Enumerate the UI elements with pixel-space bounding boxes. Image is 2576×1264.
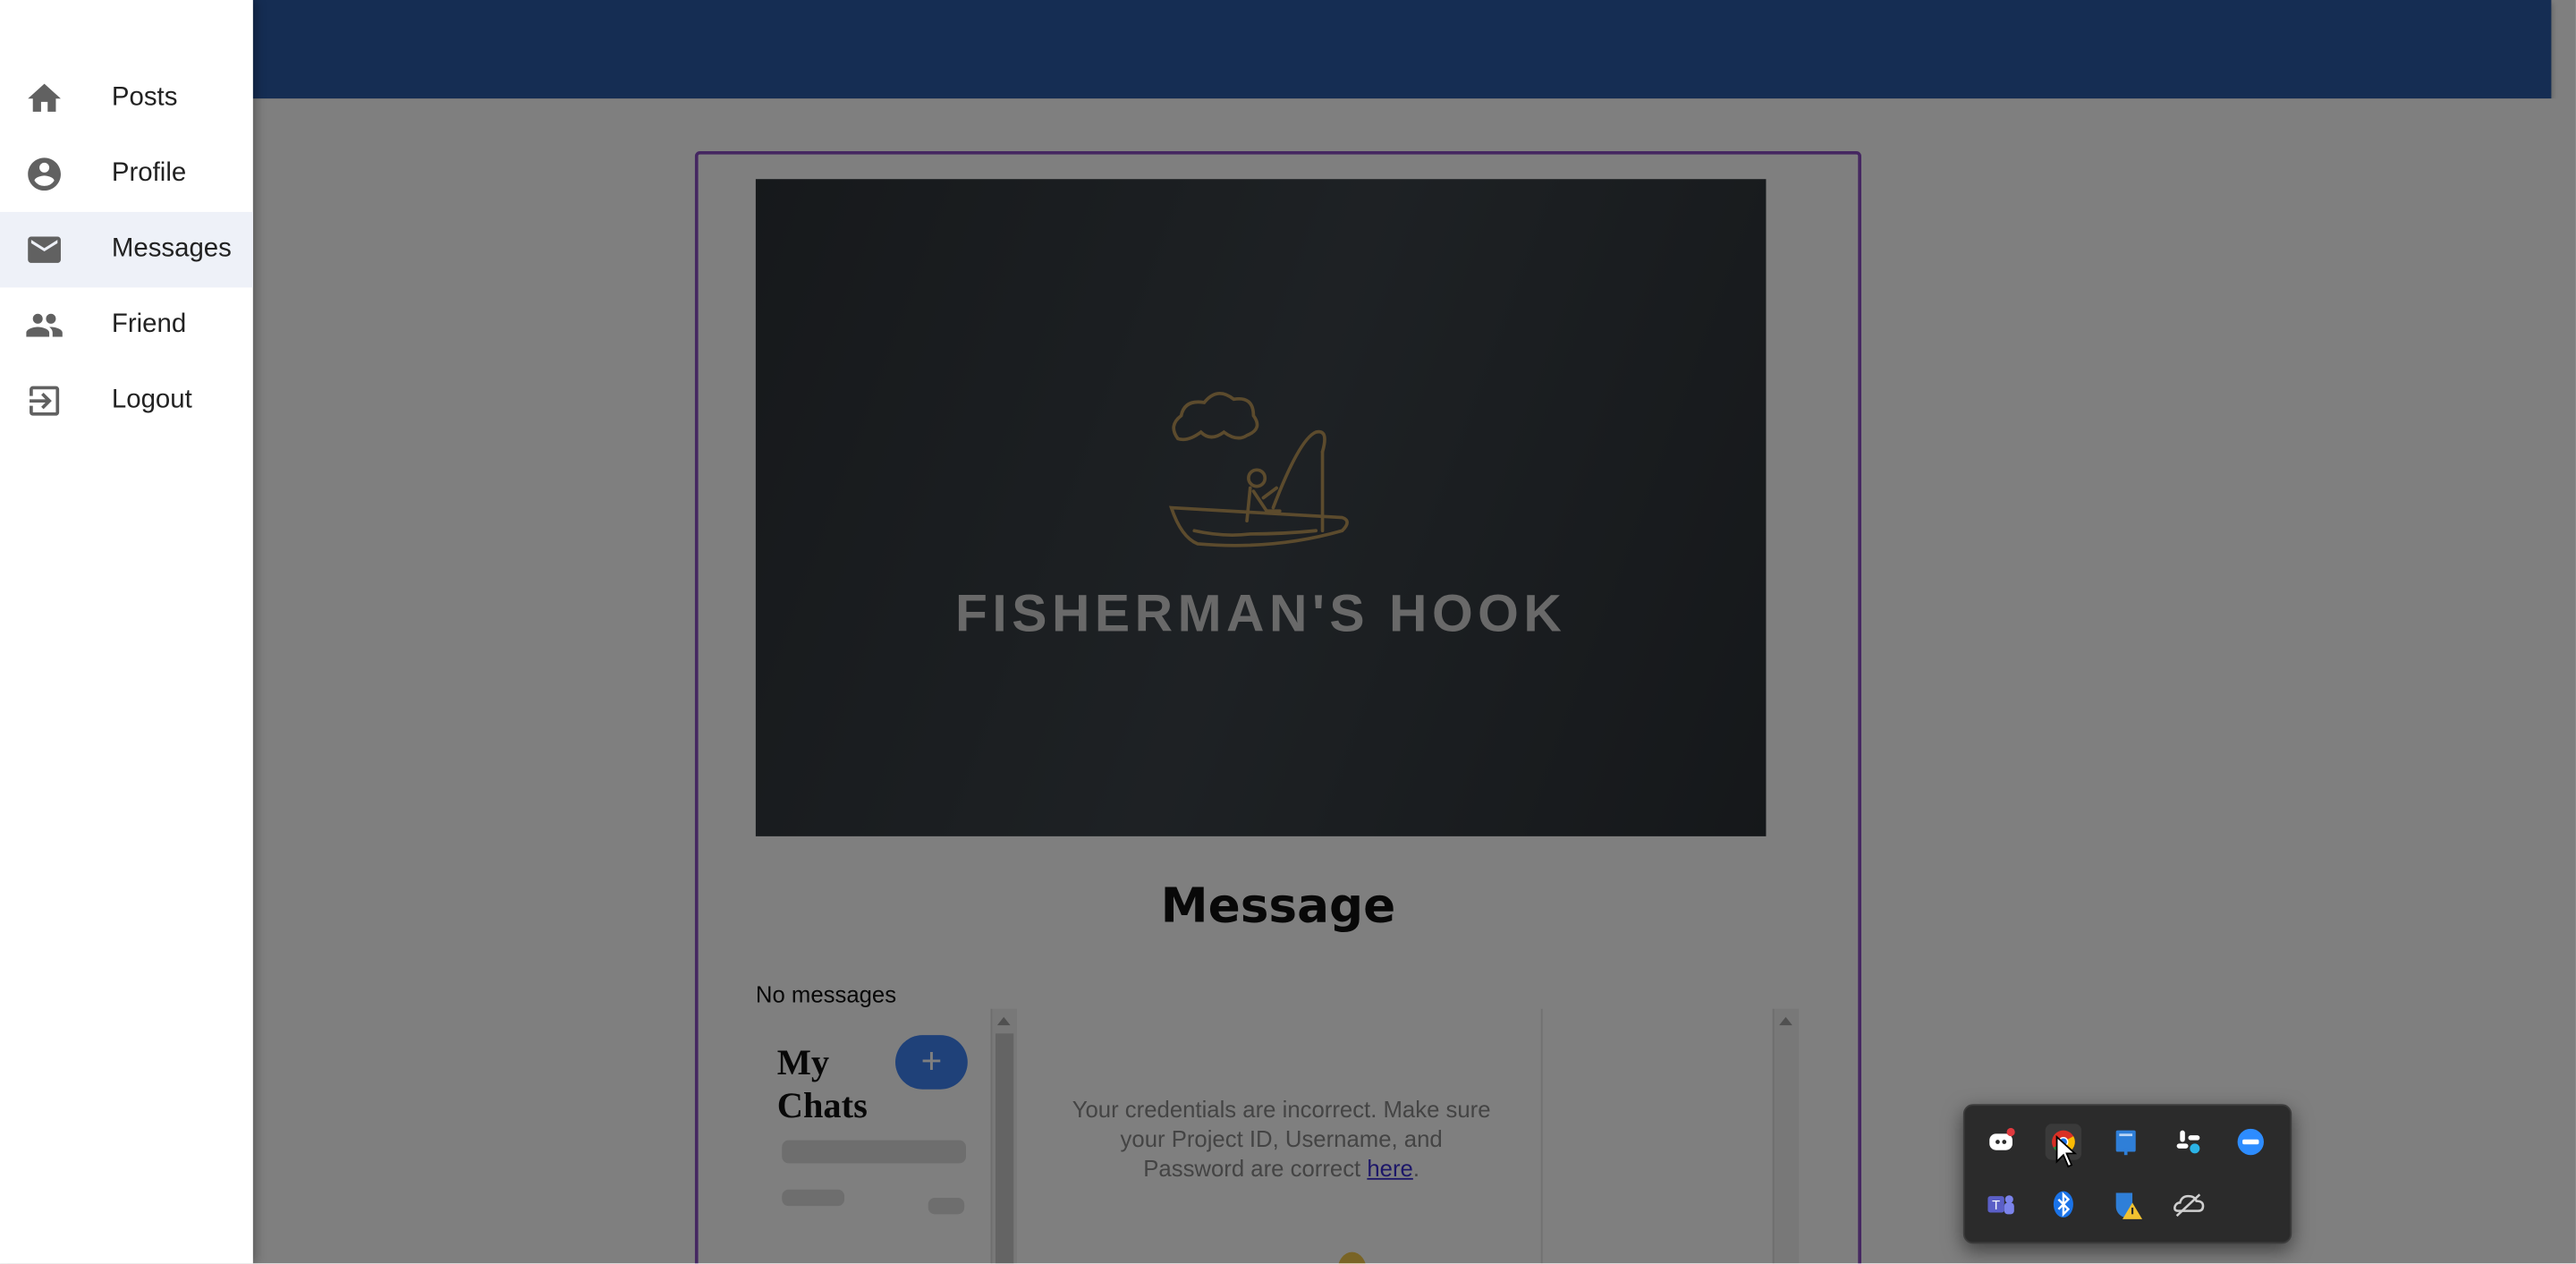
security-warning-icon[interactable] bbox=[2107, 1186, 2143, 1222]
nav-item-label: Messages bbox=[111, 234, 232, 263]
home-icon bbox=[28, 83, 61, 112]
nav-item-label: Logout bbox=[111, 386, 192, 414]
system-tray-overflow: T bbox=[1962, 1104, 2292, 1244]
nav-item-label: Friend bbox=[111, 310, 187, 339]
teams-icon[interactable]: T bbox=[1983, 1186, 2019, 1222]
people-icon bbox=[26, 313, 63, 337]
bluetooth-icon[interactable] bbox=[2046, 1186, 2081, 1222]
nav-item-posts[interactable]: Posts bbox=[0, 61, 253, 136]
nav-item-label: Posts bbox=[111, 83, 178, 112]
nav-item-label: Profile bbox=[111, 159, 187, 188]
nav-item-logout[interactable]: Logout bbox=[0, 363, 253, 438]
mail-icon bbox=[28, 236, 61, 263]
account-circle-icon bbox=[28, 157, 61, 191]
teams-blue-icon[interactable] bbox=[2107, 1124, 2143, 1159]
nav-item-profile[interactable]: Profile bbox=[0, 136, 253, 211]
logout-icon bbox=[30, 386, 60, 416]
navigation-drawer: Posts Profile Messages Friend Logout bbox=[0, 0, 253, 1264]
drawer-backdrop[interactable] bbox=[0, 0, 2576, 1264]
discord-icon[interactable] bbox=[1983, 1124, 2019, 1159]
svg-text:T: T bbox=[1992, 1199, 2000, 1213]
page: FISHERMAN'S HOOK Message No messages My … bbox=[0, 0, 2576, 1264]
slack-icon[interactable] bbox=[2170, 1124, 2206, 1159]
zoom-icon[interactable] bbox=[2233, 1124, 2268, 1159]
onedrive-icon[interactable] bbox=[2170, 1186, 2206, 1222]
nav-item-messages[interactable]: Messages bbox=[0, 211, 253, 288]
mouse-cursor-icon bbox=[2055, 1135, 2078, 1168]
nav-item-friend[interactable]: Friend bbox=[0, 287, 253, 362]
